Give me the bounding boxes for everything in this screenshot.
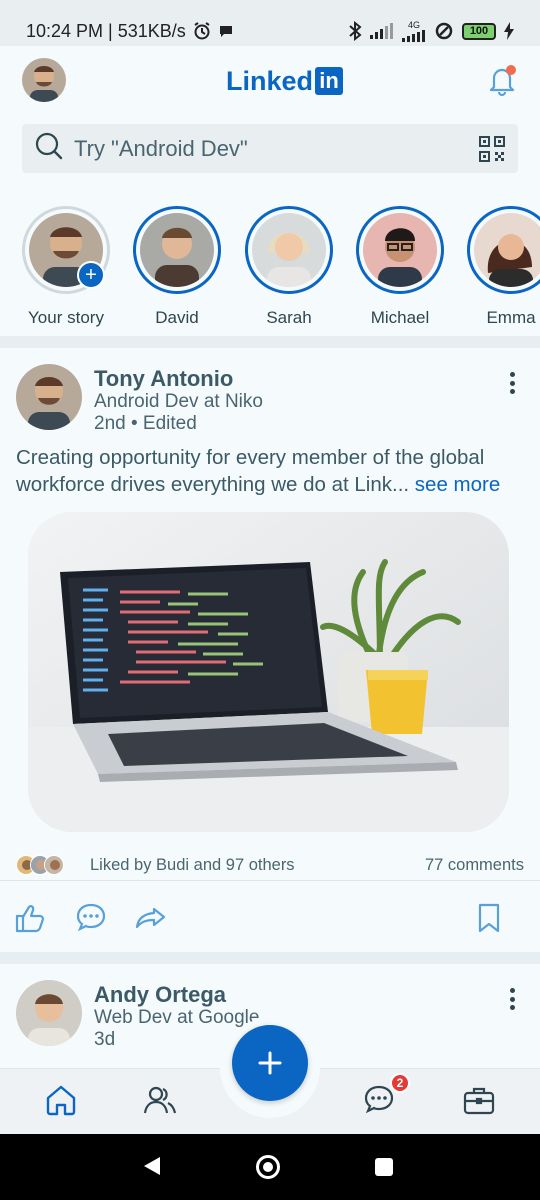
logo-in-badge: in — [315, 67, 344, 95]
signal-icon — [370, 23, 394, 39]
author-headline: Web Dev at Google — [94, 1007, 260, 1028]
post-meta: 2nd • Edited — [94, 413, 197, 434]
qr-code-icon[interactable] — [478, 135, 506, 163]
story-michael[interactable]: Michael — [355, 206, 445, 328]
story-your-story[interactable]: + Your story — [21, 206, 111, 328]
home-icon[interactable] — [44, 1083, 78, 1117]
story-ring — [356, 206, 444, 294]
more-options-icon[interactable] — [502, 370, 522, 396]
create-post-button[interactable] — [232, 1025, 308, 1101]
feed-divider — [0, 336, 540, 348]
author-headline: Android Dev at Niko — [94, 391, 263, 412]
jobs-briefcase-icon[interactable] — [462, 1083, 496, 1117]
system-navigation-bar — [0, 1134, 540, 1200]
avatar — [363, 213, 437, 287]
story-ring — [467, 206, 540, 294]
comments-count[interactable]: 77 comments — [425, 856, 524, 875]
avatar — [44, 855, 64, 875]
recents-square-icon[interactable] — [374, 1157, 394, 1182]
story-ring — [133, 206, 221, 294]
see-more-link[interactable]: see more — [415, 473, 500, 496]
home-circle-icon[interactable] — [255, 1154, 281, 1185]
post-text: Creating opportunity for every member of… — [16, 444, 516, 498]
status-time-speed: 10:24 PM | 531KB/s — [26, 20, 186, 41]
alarm-icon — [192, 21, 212, 41]
post-image[interactable] — [28, 512, 509, 832]
story-name: David — [155, 308, 199, 327]
charging-icon — [504, 22, 514, 40]
profile-avatar[interactable] — [22, 58, 66, 102]
story-name: Michael — [370, 308, 430, 327]
post-actions — [0, 880, 540, 952]
data-saver-icon — [434, 21, 454, 41]
messages-badge: 2 — [390, 1073, 410, 1093]
linkedin-logo: Linked in — [226, 64, 344, 98]
author-name[interactable]: Tony Antonio — [94, 366, 233, 392]
share-icon[interactable] — [134, 901, 168, 935]
signal-4g-icon: 4G — [402, 19, 426, 42]
author-avatar[interactable] — [16, 364, 82, 430]
post-stats: Liked by Budi and 97 others 77 comments — [16, 852, 524, 878]
add-story-plus-icon[interactable]: + — [77, 261, 105, 289]
story-name: Sarah — [266, 308, 312, 327]
network-icon[interactable] — [143, 1083, 177, 1117]
notification-bell-icon[interactable] — [484, 62, 520, 98]
avatar — [140, 213, 214, 287]
top-bar: Linked in — [0, 46, 540, 116]
story-ring: + — [22, 206, 110, 294]
plus-icon — [258, 1051, 282, 1075]
avatar — [252, 213, 326, 287]
bluetooth-icon — [348, 21, 362, 41]
story-ring — [245, 206, 333, 294]
story-emma[interactable]: Emma — [466, 206, 540, 328]
liker-avatars — [16, 855, 76, 875]
stories-row: + Your story David Sarah Michael Emma — [0, 200, 540, 330]
search-icon — [34, 131, 64, 166]
post-meta: 3d — [94, 1029, 116, 1050]
search-input[interactable] — [74, 135, 478, 162]
search-bar[interactable] — [22, 124, 518, 173]
author-name[interactable]: Andy Ortega — [94, 982, 226, 1008]
avatar — [474, 213, 540, 287]
bookmark-icon[interactable] — [472, 901, 506, 935]
author-avatar[interactable] — [16, 980, 82, 1046]
battery-indicator: 100 — [462, 22, 496, 40]
likes-count[interactable]: Liked by Budi and 97 others — [90, 856, 425, 875]
feed-divider — [0, 952, 540, 964]
like-icon[interactable] — [14, 901, 48, 935]
chat-bubble-icon — [218, 23, 234, 39]
story-name: Your story — [28, 308, 104, 327]
story-sarah[interactable]: Sarah — [244, 206, 334, 328]
more-options-icon[interactable] — [502, 986, 522, 1012]
comment-icon[interactable] — [74, 901, 108, 935]
post-card: Tony Antonio Android Dev at Niko 2nd • E… — [0, 348, 540, 952]
network-type: 4G — [407, 19, 420, 30]
story-name: Emma — [486, 308, 536, 327]
logo-text: Linked — [226, 65, 314, 96]
story-david[interactable]: David — [132, 206, 222, 328]
back-icon[interactable] — [142, 1155, 162, 1182]
